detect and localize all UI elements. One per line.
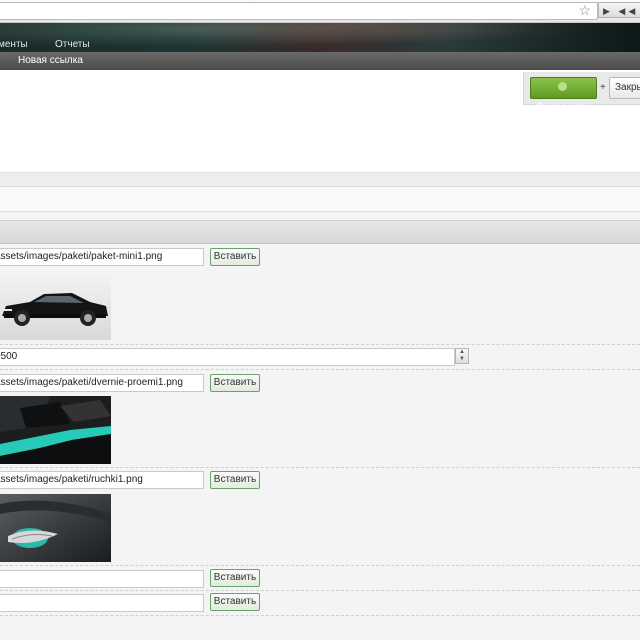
tab-strip: [0, 172, 640, 187]
image-path-field-2[interactable]: assets/images/paketi/dvernie-proemi1.png: [0, 374, 204, 392]
image-path-field-3[interactable]: assets/images/paketi/ruchki1.png: [0, 471, 204, 489]
plus-icon[interactable]: +: [600, 82, 606, 93]
main-navigation: менты Отчеты: [0, 23, 640, 52]
close-button[interactable]: Закрыть: [609, 77, 640, 99]
divider: [0, 369, 640, 370]
nav-item-reports[interactable]: Отчеты: [55, 39, 90, 50]
insert-button-5[interactable]: Вставить: [210, 593, 260, 611]
insert-button-2[interactable]: Вставить: [210, 374, 260, 392]
image-path-field-5[interactable]: [0, 594, 204, 612]
divider: [0, 467, 640, 468]
nav-item-documents[interactable]: менты: [0, 39, 28, 50]
nav-background: [0, 23, 640, 52]
insert-button-3[interactable]: Вставить: [210, 471, 260, 489]
image-path-field-4[interactable]: [0, 570, 204, 588]
address-bar[interactable]: ☆: [0, 2, 598, 20]
star-icon[interactable]: ☆: [578, 2, 591, 19]
image-path-field-1[interactable]: assets/images/paketi/paket-mini1.png: [0, 248, 204, 266]
number-stepper[interactable]: ▲ ▼: [455, 348, 469, 364]
divider: [0, 565, 640, 566]
handle-image-thumbnail: [0, 494, 111, 562]
sub-navigation: Новая ссылка: [0, 52, 640, 71]
insert-button-1[interactable]: Вставить: [210, 248, 260, 266]
divider: [0, 590, 640, 591]
door-image-thumbnail: [0, 396, 111, 464]
save-button[interactable]: Сохранить: [530, 77, 597, 113]
number-field[interactable]: 0500: [0, 348, 455, 366]
divider: [0, 344, 640, 345]
insert-button-4[interactable]: Вставить: [210, 569, 260, 587]
browser-toolbar: ☆ ▶ ◀◀ ▶▶: [0, 0, 640, 23]
section-header: [0, 220, 640, 244]
info-row: [0, 186, 640, 212]
save-label: Сохранить: [536, 102, 591, 113]
divider: [0, 615, 640, 616]
check-icon: [557, 82, 567, 91]
browser-nav-buttons[interactable]: ▶ ◀◀ ▶▶: [598, 2, 640, 18]
car-image-thumbnail: [0, 272, 111, 340]
new-link-item[interactable]: Новая ссылка: [18, 55, 83, 66]
